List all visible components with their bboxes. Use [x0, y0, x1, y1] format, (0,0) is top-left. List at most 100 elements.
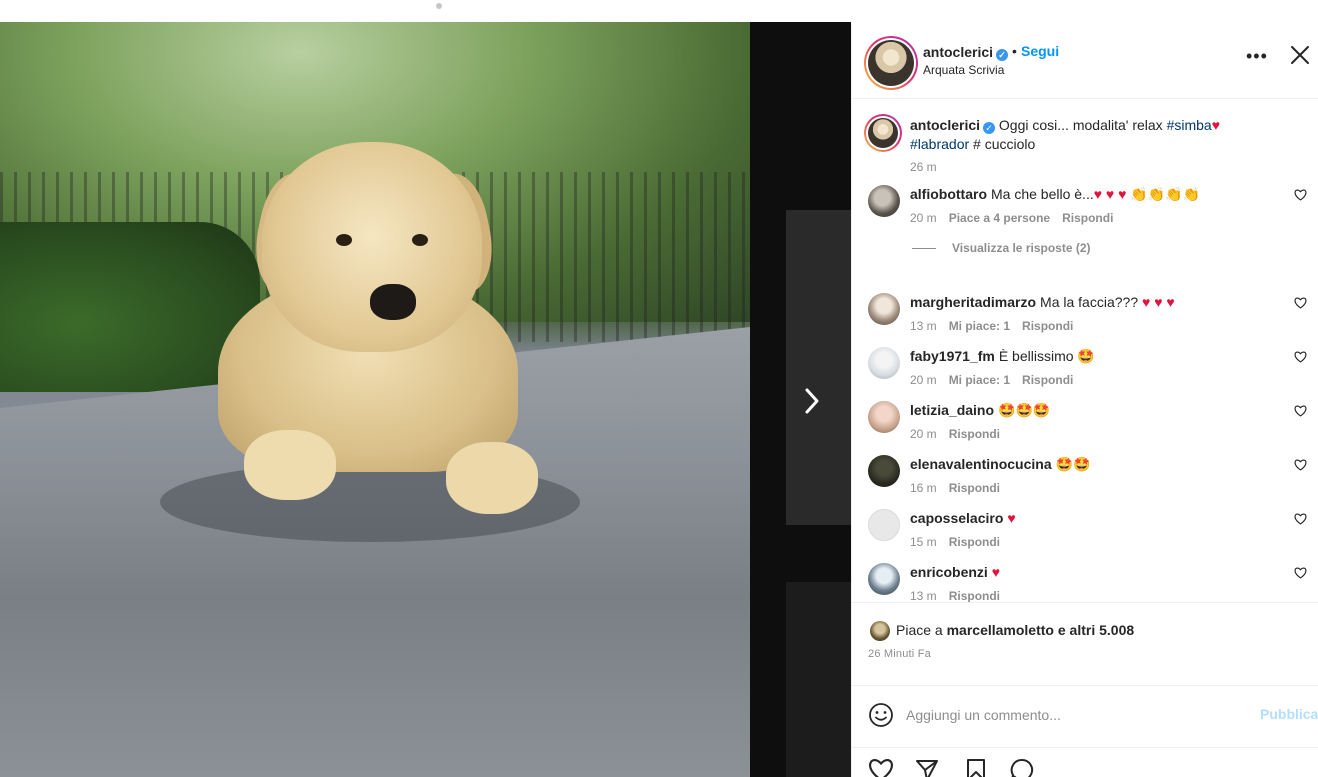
- separator-dot: •: [1012, 43, 1017, 59]
- caption-username[interactable]: antoclerici: [910, 117, 980, 133]
- heart-icon[interactable]: [1294, 567, 1307, 582]
- author-username[interactable]: antoclerici ✓: [923, 44, 1009, 61]
- comment-time: 20 m: [910, 373, 937, 387]
- view-replies-label[interactable]: Visualizza le risposte (2): [952, 241, 1091, 255]
- likes-count-link[interactable]: e altri 5.008: [1058, 622, 1134, 638]
- comment-time: 20 m: [910, 211, 937, 225]
- liker-avatar[interactable]: [870, 621, 890, 641]
- action-bar: [852, 748, 1318, 777]
- comment-meta: 15 m Rispondi: [910, 535, 1012, 549]
- heart-icon[interactable]: [1294, 405, 1307, 420]
- likes-prefix: Piace a: [896, 622, 943, 638]
- hashtag-labrador[interactable]: #labrador: [910, 136, 969, 152]
- comment-item: caposselaciro ♥ 15 m Rispondi: [864, 509, 1307, 563]
- comment-text: margheritadimarzo Ma la faccia??? ♥ ♥ ♥: [910, 293, 1270, 312]
- post-header: antoclerici ✓ • Segui Arquata Scrivia •••: [852, 22, 1318, 99]
- caption-avatar[interactable]: [864, 114, 902, 152]
- reply-button[interactable]: Rispondi: [949, 535, 1000, 549]
- comment-emoji: ♥: [1007, 510, 1016, 526]
- image-dog-paw: [244, 430, 336, 500]
- publish-button[interactable]: Pubblica: [1260, 706, 1318, 722]
- commenter-username[interactable]: faby1971_fm: [910, 348, 995, 364]
- reply-button[interactable]: Rispondi: [949, 427, 1000, 441]
- comment-time: 13 m: [910, 319, 937, 333]
- reply-button[interactable]: Rispondi: [1062, 211, 1113, 225]
- share-icon[interactable]: [915, 758, 941, 777]
- author-name-text[interactable]: antoclerici: [923, 44, 993, 60]
- commenter-avatar[interactable]: [868, 401, 900, 433]
- comment-time: 16 m: [910, 481, 937, 495]
- commenter-username[interactable]: letizia_daino: [910, 402, 994, 418]
- comment-composer: Pubblica: [852, 686, 1318, 748]
- comment-item: margheritadimarzo Ma la faccia??? ♥ ♥ ♥ 1…: [864, 293, 1307, 347]
- view-replies-button[interactable]: Visualizza le risposte (2): [912, 241, 1091, 255]
- post-image-labrador-puppy[interactable]: [0, 22, 750, 777]
- commenter-avatar[interactable]: [868, 509, 900, 541]
- comment-text: caposselaciro ♥: [910, 509, 1270, 528]
- verified-badge-icon: ✓: [983, 122, 996, 134]
- caption-body-end: # cucciolo: [973, 136, 1036, 152]
- heart-icon[interactable]: [1294, 513, 1307, 528]
- comment-item: letizia_daino 🤩🤩🤩 20 m Rispondi: [864, 401, 1307, 455]
- comment-text: enricobenzi ♥: [910, 563, 1270, 582]
- commenter-username[interactable]: margheritadimarzo: [910, 294, 1036, 310]
- commenter-avatar[interactable]: [868, 293, 900, 325]
- commenter-avatar[interactable]: [868, 185, 900, 217]
- comment-time: 15 m: [910, 535, 937, 549]
- comment-likes[interactable]: Mi piace: 1: [949, 319, 1010, 333]
- comment-item: alfiobottaro Ma che bello è...♥ ♥ ♥ 👏👏👏👏 …: [864, 185, 1307, 239]
- comment-time: 13 m: [910, 589, 937, 602]
- heart-icon[interactable]: [1294, 297, 1307, 312]
- commenter-username[interactable]: caposselaciro: [910, 510, 1003, 526]
- reply-button[interactable]: Rispondi: [1022, 373, 1073, 387]
- next-arrow-icon[interactable]: [798, 386, 826, 416]
- comment-text: elenavalentinocucina 🤩🤩: [910, 455, 1270, 474]
- image-dog-eye: [336, 234, 352, 246]
- hashtag-simba[interactable]: #simba: [1167, 117, 1212, 133]
- comment-likes[interactable]: Piace a 4 persone: [949, 211, 1050, 225]
- location-link[interactable]: Arquata Scrivia: [923, 63, 1004, 77]
- commenter-username[interactable]: alfiobottaro: [910, 186, 987, 202]
- post-detail-panel: antoclerici ✓ • Segui Arquata Scrivia •••…: [851, 22, 1318, 777]
- follow-button[interactable]: Segui: [1021, 43, 1059, 59]
- author-avatar[interactable]: [864, 36, 918, 90]
- commenter-username[interactable]: elenavalentinocucina: [910, 456, 1052, 472]
- reply-button[interactable]: Rispondi: [949, 589, 1000, 602]
- bookmark-icon[interactable]: [964, 758, 990, 777]
- comment-input[interactable]: [906, 704, 1246, 726]
- likes-section: Piace a marcellamoletto e altri 5.008 26…: [852, 602, 1318, 686]
- more-options-icon[interactable]: •••: [1246, 46, 1268, 67]
- browser-top-strip: [0, 0, 1318, 22]
- comment-icon[interactable]: [1010, 758, 1036, 777]
- reply-button[interactable]: Rispondi: [949, 481, 1000, 495]
- caption-body: Oggi cosi... modalita' relax: [998, 117, 1163, 133]
- background-post-preview: [786, 582, 856, 777]
- caption-text: antoclerici ✓ Oggi cosi... modalita' rela…: [910, 116, 1240, 154]
- commenter-avatar[interactable]: [868, 563, 900, 595]
- image-dog-nose: [370, 284, 416, 320]
- heart-emoji: ♥: [1211, 117, 1221, 133]
- comment-emoji: 🤩🤩🤩: [998, 402, 1051, 418]
- comment-emoji: ♥: [991, 564, 1001, 580]
- heart-icon[interactable]: [1294, 189, 1307, 204]
- comments-list[interactable]: antoclerici ✓ Oggi cosi... modalita' rela…: [852, 99, 1318, 602]
- emoji-icon[interactable]: [868, 702, 894, 728]
- post-timestamp[interactable]: 26 Minuti Fa: [868, 648, 931, 660]
- image-dog-paw: [446, 442, 538, 514]
- comment-body: Ma che bello è...: [991, 186, 1094, 202]
- liker-username[interactable]: marcellamoletto: [947, 622, 1054, 638]
- heart-icon[interactable]: [868, 758, 894, 777]
- comment-item: enricobenzi ♥ 13 m Rispondi: [864, 563, 1307, 602]
- commenter-username[interactable]: enricobenzi: [910, 564, 988, 580]
- heart-icon[interactable]: [1294, 459, 1307, 474]
- commenter-avatar[interactable]: [868, 455, 900, 487]
- heart-icon[interactable]: [1294, 351, 1307, 366]
- commenter-avatar[interactable]: [868, 347, 900, 379]
- close-icon[interactable]: [1290, 42, 1310, 70]
- comment-emoji: ♥ ♥ ♥ 👏👏👏👏: [1093, 186, 1201, 202]
- comment-text: faby1971_fm È bellissimo 🤩: [910, 347, 1270, 366]
- comment-likes[interactable]: Mi piace: 1: [949, 373, 1010, 387]
- comment-body: È bellissimo: [998, 348, 1074, 364]
- reply-button[interactable]: Rispondi: [1022, 319, 1073, 333]
- comment-meta: 20 m Mi piace: 1 Rispondi: [910, 373, 1085, 387]
